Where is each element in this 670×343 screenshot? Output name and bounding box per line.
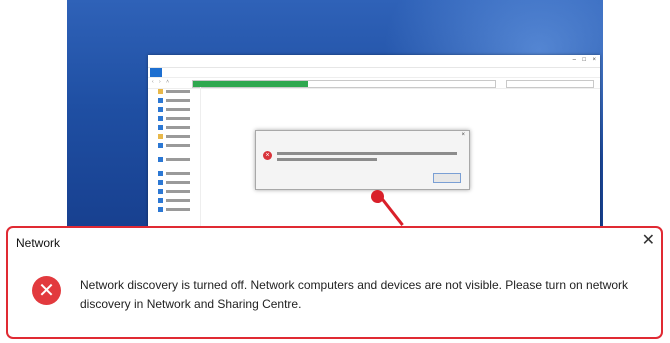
mini-message-line — [277, 152, 457, 155]
folder-icon — [158, 134, 163, 139]
nav-item-label — [166, 144, 190, 147]
nav-pane-item[interactable] — [148, 142, 200, 150]
zoomed-error-dialog: Network ✕ ✕ Network discovery is turned … — [6, 226, 663, 339]
search-input[interactable] — [506, 80, 594, 88]
nav-item-label — [166, 108, 190, 111]
ribbon-tab-file[interactable] — [150, 68, 162, 77]
nav-pane-item[interactable] — [148, 133, 200, 141]
explorer-titlebar: – □ × — [148, 55, 600, 68]
desktop-screenshot: – □ × ‹ › ˄ × × — [67, 0, 603, 236]
library-icon — [158, 207, 163, 212]
nav-pane-item[interactable] — [148, 206, 200, 214]
nav-item-label — [166, 181, 190, 184]
library-icon — [158, 98, 163, 103]
library-icon — [158, 116, 163, 121]
nav-item-label — [166, 99, 190, 102]
mini-ok-button[interactable] — [433, 173, 461, 183]
nav-pane-item[interactable] — [148, 115, 200, 123]
library-icon — [158, 180, 163, 185]
nav-item-label — [166, 135, 190, 138]
dialog-title: Network — [16, 236, 61, 250]
nav-pane-item[interactable] — [148, 188, 200, 196]
nav-pane-item[interactable] — [148, 106, 200, 114]
mini-error-icon: × — [263, 151, 272, 160]
close-icon[interactable]: × — [592, 56, 596, 64]
mini-dialog-close-icon[interactable]: × — [461, 132, 465, 138]
error-icon: ✕ — [32, 276, 61, 305]
nav-pane-item[interactable] — [148, 156, 200, 164]
close-icon[interactable]: ✕ — [642, 231, 655, 251]
library-icon — [158, 157, 163, 162]
nav-pane-item[interactable] — [148, 97, 200, 105]
nav-item-label — [166, 208, 190, 211]
address-progress-bar — [193, 81, 308, 87]
library-icon — [158, 189, 163, 194]
nav-pane-item[interactable] — [148, 179, 200, 187]
navigation-arrows-icon[interactable]: ‹ › ˄ — [152, 79, 171, 85]
nav-pane-item[interactable] — [148, 170, 200, 178]
minimize-icon[interactable]: – — [573, 56, 576, 64]
nav-item-label — [166, 172, 190, 175]
nav-separator — [148, 150, 200, 155]
explorer-ribbon — [148, 68, 600, 78]
nav-item-label — [166, 190, 190, 193]
nav-item-label — [166, 117, 190, 120]
nav-item-label — [166, 199, 190, 202]
nav-pane-item[interactable] — [148, 197, 200, 205]
library-icon — [158, 125, 163, 130]
library-icon — [158, 107, 163, 112]
folder-icon — [158, 89, 163, 94]
nav-item-label — [166, 158, 190, 161]
nav-item-label — [166, 126, 190, 129]
nav-pane-item[interactable] — [148, 124, 200, 132]
library-icon — [158, 198, 163, 203]
explorer-address-bar: ‹ › ˄ — [148, 78, 600, 89]
navigation-pane — [148, 87, 201, 236]
library-icon — [158, 143, 163, 148]
library-icon — [158, 171, 163, 176]
nav-pane-item[interactable] — [148, 88, 200, 96]
nav-separator — [148, 164, 200, 169]
maximize-icon[interactable]: □ — [582, 56, 586, 64]
address-field[interactable] — [192, 80, 496, 88]
nav-item-label — [166, 90, 190, 93]
mini-error-dialog: × × — [255, 130, 470, 190]
dialog-message: Network discovery is turned off. Network… — [80, 278, 629, 311]
mini-message-line — [277, 158, 377, 161]
